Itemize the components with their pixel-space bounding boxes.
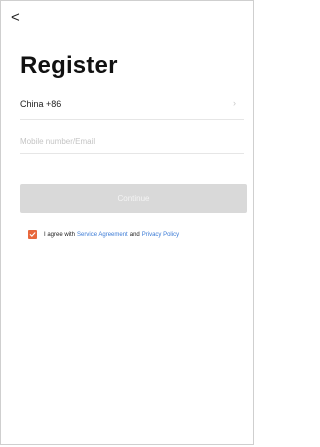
checkmark-icon bbox=[29, 232, 36, 237]
privacy-policy-link[interactable]: Privacy Policy bbox=[142, 232, 179, 238]
agreement-row: I agree with Service Agreement and Priva… bbox=[28, 230, 179, 239]
chevron-right-icon: › bbox=[233, 98, 236, 108]
page-title: Register bbox=[20, 52, 118, 79]
country-code-label: China +86 bbox=[20, 99, 62, 109]
continue-button[interactable]: Continue bbox=[20, 184, 247, 213]
register-screen: < Register China +86 › Continue I agree … bbox=[0, 0, 254, 445]
agreement-checkbox[interactable] bbox=[28, 230, 37, 239]
agreement-and-text: and bbox=[129, 231, 140, 238]
back-arrow-icon[interactable]: < bbox=[11, 10, 20, 25]
service-agreement-link[interactable]: Service Agreement bbox=[77, 232, 128, 238]
account-field-container bbox=[20, 131, 244, 154]
mobile-email-input[interactable] bbox=[20, 131, 244, 152]
country-code-selector[interactable]: China +86 › bbox=[20, 97, 244, 120]
agreement-prefix-text: I agree with bbox=[44, 231, 76, 238]
